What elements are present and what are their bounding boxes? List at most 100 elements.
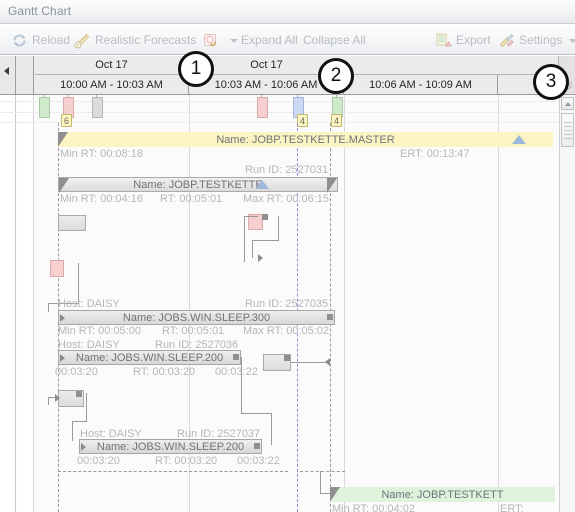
reload-button[interactable]: Reload <box>8 29 73 51</box>
connector <box>320 471 321 493</box>
marker-activity[interactable] <box>39 97 50 118</box>
task-bar-group[interactable]: Name: JOBP.TESTKETTE <box>58 177 338 193</box>
connector-arrow-icon <box>325 358 330 366</box>
expand-collapse-triangle-icon[interactable] <box>512 135 526 144</box>
scrollbar-thumb[interactable] <box>561 113 574 147</box>
callout-marker-1: 1 <box>178 51 214 87</box>
timeline-slot-cell: 10:06 AM - 10:09 AM <box>344 75 498 94</box>
task-bar-master[interactable]: Name: JOBP.TESTKETTE.MASTER <box>58 132 553 147</box>
scroll-up-button[interactable] <box>561 97 574 110</box>
vertical-scrollbar[interactable] <box>559 95 575 512</box>
filter-check-icon <box>202 32 219 49</box>
connector <box>241 357 242 413</box>
timeline-day-cell-empty <box>344 56 559 74</box>
chevron-down-icon[interactable] <box>230 39 238 43</box>
toolbar: Reload Realistic Forecasts Expand All Co… <box>0 25 575 55</box>
task-meta-max-rt: 00:03:22 <box>237 455 280 467</box>
gantt-chart-canvas[interactable]: 6 4 4 Name: JOBP.TESTKETTE.MASTER Min RT… <box>0 95 575 512</box>
export-button[interactable]: Export <box>432 29 494 51</box>
forecasts-label: Realistic Forecasts <box>95 33 197 47</box>
row-gutter-left <box>0 95 16 512</box>
task-meta-ert: ERT: 00:13:47 <box>400 148 470 160</box>
filter-button[interactable] <box>199 29 241 51</box>
connector <box>48 303 49 312</box>
task-bar-label: Name: JOBS.WIN.SLEEP.300 <box>122 311 271 324</box>
node-handle[interactable] <box>76 391 82 397</box>
marker-activity[interactable] <box>257 97 268 118</box>
callout-marker-2: 2 <box>318 58 354 94</box>
task-meta-min-rt: 00:03:20 <box>77 455 120 467</box>
task-meta-min-rt: Min RT: 00:04:02 <box>332 503 415 512</box>
task-meta-rt: RT: 00:05:01 <box>160 193 223 205</box>
collapse-all-label: Collapse All <box>303 33 366 47</box>
task-bar-label: Name: JOBP.TESTKETTE <box>133 178 263 191</box>
timeline-gutter <box>17 56 34 94</box>
task-bar-job[interactable]: Name: JOBS.WIN.SLEEP.200 <box>58 350 241 365</box>
reload-icon <box>11 32 28 49</box>
task-meta-rt: RT: 00:05:01 <box>162 325 225 337</box>
connector <box>86 393 87 421</box>
task-bar-label: Name: JOBP.TESTKETTE.MASTER <box>216 133 395 146</box>
chevron-down-icon[interactable] <box>569 39 575 43</box>
page-title: Gantt Chart <box>8 4 72 18</box>
connector <box>291 362 329 363</box>
connector <box>244 216 258 217</box>
marker-activity[interactable] <box>92 97 103 118</box>
task-meta-max-rt: Max RT: 00:05:02 <box>243 325 330 337</box>
marker-badge[interactable]: 4 <box>331 114 342 127</box>
grid-line <box>498 95 499 512</box>
marker-guide-line <box>0 101 575 102</box>
timeline-day-cell: Oct 17 <box>35 56 189 74</box>
connector <box>244 216 245 262</box>
connector <box>271 413 272 445</box>
arrow-up-icon <box>565 102 571 106</box>
connector-dashed <box>58 471 288 472</box>
connector <box>72 421 73 441</box>
task-meta-host: Host: DAISY <box>58 298 120 310</box>
reload-label: Reload <box>32 33 71 47</box>
connector <box>241 413 271 414</box>
marker-guide-line <box>0 122 575 123</box>
task-bar-label: Name: JOBP.TESTKETT <box>381 488 504 501</box>
forecast-ruler-icon <box>74 32 91 49</box>
connector <box>252 240 279 241</box>
connector <box>278 216 279 240</box>
timeline-slot-cell: 10:00 AM - 10:03 AM <box>35 75 189 94</box>
marker-strip: 6 4 4 <box>0 95 575 127</box>
grid-line <box>344 95 345 512</box>
connector <box>72 421 87 422</box>
expand-all-button[interactable]: Expand All <box>238 29 301 51</box>
forecasts-button[interactable]: Realistic Forecasts <box>71 29 214 51</box>
task-meta-min-rt: Min RT: 00:08:18 <box>60 148 143 160</box>
export-icon <box>435 32 452 49</box>
node-box-alert[interactable] <box>50 260 64 277</box>
settings-label: Settings <box>519 33 563 47</box>
task-bar-job[interactable]: Name: JOBS.WIN.SLEEP.200 <box>79 439 262 454</box>
expand-collapse-triangle-icon[interactable] <box>255 180 269 189</box>
marker-badge[interactable]: 4 <box>297 114 308 127</box>
timeline-slot-row: 10:00 AM - 10:03 AM 10:03 AM - 10:06 AM … <box>35 75 575 94</box>
timeline-day-row: Oct 17 Oct 17 <box>35 56 575 75</box>
timeline-header: Oct 17 Oct 17 10:00 AM - 10:03 AM 10:03 … <box>0 56 575 95</box>
settings-button[interactable]: Settings <box>495 29 575 51</box>
marker-badge[interactable]: 6 <box>61 114 72 127</box>
collapse-all-button[interactable]: Collapse All <box>300 29 369 51</box>
task-bar-job[interactable]: Name: JOBS.WIN.SLEEP.300 <box>58 310 335 325</box>
node-handle[interactable] <box>262 214 268 220</box>
expand-all-label: Expand All <box>241 33 298 47</box>
timeline-scroll-left-button[interactable] <box>0 56 16 94</box>
task-meta-min-rt: Min RT: 00:04:16 <box>60 193 143 205</box>
node-box[interactable] <box>58 215 86 231</box>
connector <box>320 493 330 494</box>
marker-guide-line <box>0 112 575 113</box>
task-bar-green[interactable]: Name: JOBP.TESTKETT <box>330 487 555 502</box>
task-meta-max-rt: Max RT: 00:06:15 <box>243 193 330 205</box>
node-handle[interactable] <box>284 355 290 361</box>
task-meta-ert: ERT: <box>500 503 524 512</box>
tools-gear-icon <box>498 32 515 49</box>
window-title-bar: Gantt Chart <box>0 0 575 24</box>
row-gutter-inner <box>17 95 34 512</box>
gantt-chart-window: Gantt Chart Reload Realistic Forecasts E… <box>0 0 575 512</box>
connector <box>78 263 79 303</box>
task-meta-min-rt: Min RT: 00:05:00 <box>58 325 141 337</box>
